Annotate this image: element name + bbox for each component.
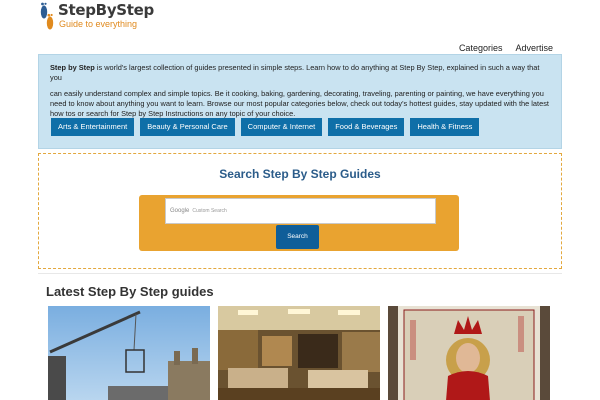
- nav-categories-link[interactable]: Categories: [459, 43, 503, 53]
- guide-thumbnail-icon-painting[interactable]: [388, 306, 550, 400]
- search-panel: Google Custom Search Search: [139, 195, 459, 251]
- site-logo[interactable]: StepByStep Guide to everything: [38, 1, 154, 33]
- category-beauty-personal-care-button[interactable]: Beauty & Personal Care: [140, 118, 235, 136]
- category-buttons: Arts & Entertainment Beauty & Personal C…: [51, 118, 480, 136]
- footprints-icon: [38, 1, 56, 33]
- category-computer-internet-button[interactable]: Computer & Internet: [240, 118, 323, 136]
- search-input[interactable]: Google Custom Search: [165, 198, 436, 224]
- intro-panel: Step by Step is world's largest collecti…: [38, 54, 562, 149]
- top-navigation: Categories Advertise: [459, 43, 553, 53]
- intro-brand: Step by Step: [50, 63, 95, 72]
- category-food-beverages-button[interactable]: Food & Beverages: [328, 118, 405, 136]
- intro-line-1: Step by Step is world's largest collecti…: [50, 63, 550, 83]
- search-button[interactable]: Search: [276, 225, 319, 249]
- intro-paragraph: can easily understand complex and simple…: [50, 89, 549, 118]
- search-section: Search Step By Step Guides Google Custom …: [38, 153, 562, 269]
- latest-guides-section: Latest Step By Step guides: [38, 273, 562, 400]
- search-placeholder-text: Custom Search: [192, 208, 227, 214]
- guide-thumbnail-furniture-store[interactable]: [218, 306, 380, 400]
- category-arts-entertainment-button[interactable]: Arts & Entertainment: [51, 118, 135, 136]
- header: StepByStep Guide to everything: [0, 0, 600, 40]
- logo-title: StepByStep: [58, 1, 154, 19]
- latest-guides-title: Latest Step By Step guides: [46, 284, 214, 299]
- category-health-fitness-button[interactable]: Health & Fitness: [410, 118, 480, 136]
- nav-advertise-link[interactable]: Advertise: [515, 43, 553, 53]
- search-placeholder: Google Custom Search: [170, 208, 227, 214]
- guide-thumbnail-crane[interactable]: [48, 306, 210, 400]
- intro-line-1-text: is world's largest collection of guides …: [50, 63, 540, 82]
- search-title: Search Step By Step Guides: [219, 167, 381, 181]
- logo-tagline: Guide to everything: [59, 19, 138, 29]
- google-logo: Google: [170, 208, 190, 214]
